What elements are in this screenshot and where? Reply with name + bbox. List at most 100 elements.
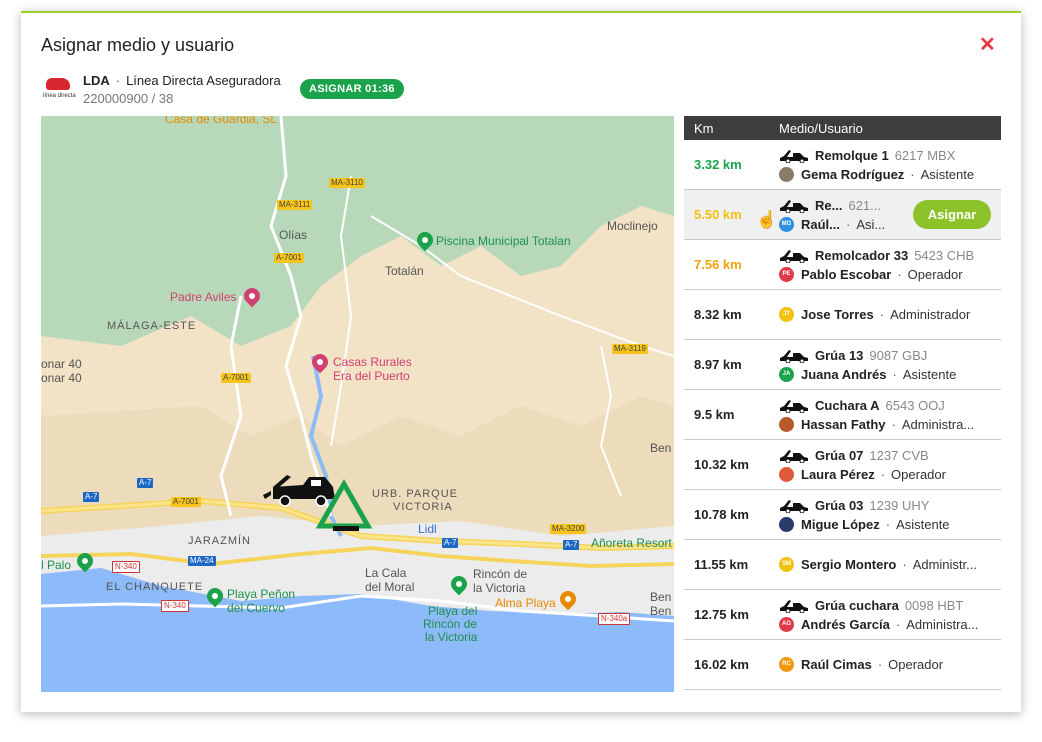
map-label: la Victoria xyxy=(473,581,526,595)
modal-title: Asignar medio y usuario xyxy=(41,35,235,55)
user-role: Operador xyxy=(891,466,946,482)
map-label: Lidl xyxy=(418,522,437,536)
table-row[interactable]: 7.56 km Remolcador 33 5423 CHB PE Pablo … xyxy=(684,240,1001,290)
close-icon[interactable]: ✕ xyxy=(979,35,996,55)
avatar xyxy=(779,416,794,432)
user-role: Administra... xyxy=(901,416,975,432)
map-view[interactable]: Casa de Guardia, SL Olías Piscina Munici… xyxy=(41,116,674,692)
vehicle-plate: 6543 OOJ xyxy=(885,397,945,413)
table-row[interactable]: 10.32 km Grúa 07 1237 CVB Laura Pérez · … xyxy=(684,440,1001,490)
avatar: SM xyxy=(779,557,794,572)
user-name: Sergio Montero xyxy=(801,557,897,572)
table-row[interactable]: 10.78 km Grúa 03 1239 UHY Migue López · … xyxy=(684,490,1001,540)
user-role: Asistente xyxy=(902,366,957,382)
user-name: Juana Andrés xyxy=(801,366,887,382)
tow-truck-icon xyxy=(780,199,808,213)
user-name: Andrés García xyxy=(801,616,890,632)
user-role: Asistente xyxy=(920,166,975,182)
col-km: Km xyxy=(694,120,714,136)
distance: 10.32 km xyxy=(694,457,749,472)
avatar xyxy=(779,516,794,532)
table-row[interactable]: 8.32 km JT Jose Torres · Administrador xyxy=(684,290,1001,340)
road-tag: N-340a xyxy=(598,613,631,625)
map-label: Casas Rurales xyxy=(333,355,412,369)
user-name: Raúl... xyxy=(801,216,841,232)
table-row[interactable]: 11.55 km SM Sergio Montero · Administr..… xyxy=(684,540,1001,590)
user-name: Migue López xyxy=(801,516,880,532)
vehicle-plate: 621... xyxy=(848,197,881,213)
client-code: LDA xyxy=(83,73,110,88)
map-label: onar 40 xyxy=(41,371,82,385)
road-tag: MA-3119 xyxy=(612,344,648,354)
tow-truck-icon xyxy=(780,449,808,463)
map-label: Alma Playa xyxy=(495,596,556,610)
map-label: Olías xyxy=(279,228,308,242)
table-row[interactable]: 9.5 km Cuchara A 6543 OOJ Hassan Fathy ·… xyxy=(684,390,1001,440)
user-role: Asistente xyxy=(896,516,950,532)
road-tag: A-7001 xyxy=(221,373,251,383)
avatar xyxy=(779,466,794,482)
map-label: JARAZMÍN xyxy=(188,535,251,547)
map-label: EL CHANQUETE xyxy=(106,581,204,593)
client-info: LDA · Línea Directa Aseguradora 22000090… xyxy=(83,73,281,106)
avatar xyxy=(779,166,794,182)
user-role: Operador xyxy=(907,266,963,282)
avatar: RC xyxy=(779,657,794,672)
road-tag: A-7 xyxy=(83,492,100,502)
map-label: onar 40 xyxy=(41,357,82,371)
road-tag: A-7 xyxy=(563,540,580,550)
table-row-selected[interactable]: 5.50 km Re... 621... MG Raúl... · Asi...… xyxy=(684,190,1001,240)
road-tag: A-7001 xyxy=(274,253,304,263)
map-label: Rincón de xyxy=(473,567,528,581)
distance: 16.02 km xyxy=(694,657,749,672)
assign-button[interactable]: Asignar xyxy=(913,200,991,229)
vehicle-plate: 9087 GBJ xyxy=(869,347,928,363)
map-label: la Victoria xyxy=(425,630,478,644)
vehicle-name: Cuchara A xyxy=(815,397,880,413)
table-row[interactable]: 8.97 km Grúa 13 9087 GBJ JA Juana Andrés… xyxy=(684,340,1001,390)
vehicle-name: Remolque 1 xyxy=(815,147,889,163)
tow-truck-icon xyxy=(780,349,808,363)
road-tag: N-340 xyxy=(112,561,140,573)
distance: 12.75 km xyxy=(694,607,749,622)
road-tag: N-340 xyxy=(161,600,189,612)
road-tag: MA-3111 xyxy=(277,200,313,210)
map-label: l Palo xyxy=(41,558,72,572)
table-row[interactable]: 12.75 km Grúa cuchara 0098 HBT AG Andrés… xyxy=(684,590,1001,640)
map-label: Piscina Municipal Totalan xyxy=(436,234,571,248)
resource-table: Km Medio/Usuario 3.32 km Remolque 1 6217… xyxy=(684,116,1001,690)
map-label: Rincón de xyxy=(423,617,478,631)
col-medio-usuario: Medio/Usuario xyxy=(779,120,863,136)
vehicle-plate: 1237 CVB xyxy=(869,447,929,463)
map-label: Ben xyxy=(650,441,672,455)
map-label: Playa Peñon xyxy=(227,587,296,601)
client-name: Línea Directa Aseguradora xyxy=(126,73,281,88)
user-role: Operador xyxy=(888,657,944,672)
vehicle-name: Grúa 13 xyxy=(815,347,864,363)
distance: 3.32 km xyxy=(694,157,742,172)
vehicle-plate: 5423 CHB xyxy=(914,247,975,263)
avatar: JT xyxy=(779,307,794,322)
map-label: Ben xyxy=(650,590,672,604)
vehicle-name: Remolcador 33 xyxy=(815,247,909,263)
user-role: Asi... xyxy=(856,216,886,232)
avatar: AG xyxy=(779,616,794,632)
vehicle-plate: 0098 HBT xyxy=(904,597,964,613)
table-row[interactable]: 3.32 km Remolque 1 6217 MBX Gema Rodrígu… xyxy=(684,140,1001,190)
user-name: Hassan Fathy xyxy=(801,416,886,432)
map-label: VICTORIA xyxy=(393,501,453,513)
vehicle-name: Grúa 07 xyxy=(815,447,864,463)
assign-timer-badge: ASIGNAR 01:36 xyxy=(300,79,404,99)
map-label: Añoreta Resort xyxy=(591,536,672,550)
road-tag: A-7001 xyxy=(171,497,201,507)
map-label: Ben xyxy=(650,604,672,618)
user-name: Gema Rodríguez xyxy=(801,166,905,182)
distance: 9.5 km xyxy=(694,407,735,422)
table-header: Km Medio/Usuario xyxy=(684,116,1001,140)
avatar: JA xyxy=(779,366,794,382)
map-label: Era del Puerto xyxy=(333,369,410,383)
client-header: línea directa LDA · Línea Directa Asegur… xyxy=(43,73,281,107)
table-row[interactable]: 16.02 km RC Raúl Cimas · Operador xyxy=(684,640,1001,690)
user-role: Administr... xyxy=(912,557,977,572)
map-label: Totalán xyxy=(385,264,424,278)
